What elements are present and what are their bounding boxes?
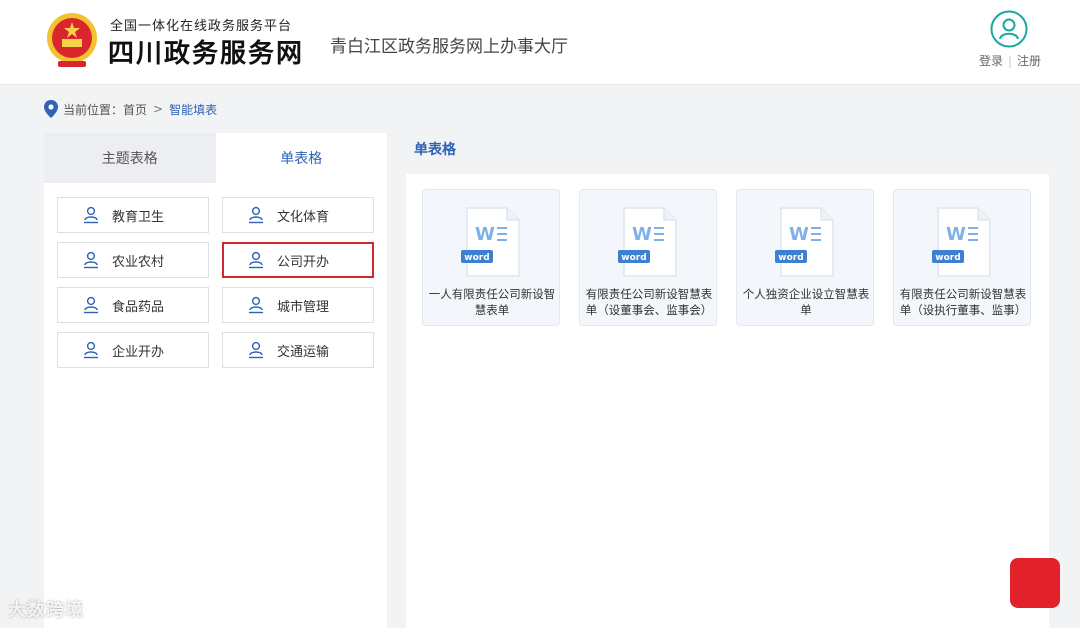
person-icon xyxy=(249,341,263,359)
form-card[interactable]: W word 有限责任公司新设智慧表单（设董事会、监事会） xyxy=(579,189,717,326)
category-enterprise-setup[interactable]: 企业开办 xyxy=(57,332,209,368)
category-transportation[interactable]: 交通运输 xyxy=(222,332,374,368)
form-card[interactable]: W word 一人有限责任公司新设智慧表单 xyxy=(422,189,560,326)
word-badge: word xyxy=(464,253,489,263)
platform-subtitle: 全国一体化在线政务服务平台 xyxy=(110,19,293,34)
word-badge: word xyxy=(778,253,803,263)
register-link[interactable]: 注册 xyxy=(1017,54,1041,68)
user-avatar-icon[interactable] xyxy=(990,10,1028,48)
svg-text:W: W xyxy=(789,224,809,245)
person-icon xyxy=(84,206,98,224)
word-document-icon: W word xyxy=(461,207,520,277)
user-area: 登录 | 注册 xyxy=(970,10,1050,70)
word-badge: word xyxy=(621,253,646,263)
category-label: 食品药品 xyxy=(112,299,165,315)
form-card[interactable]: W word 个人独资企业设立智慧表单 xyxy=(736,189,874,326)
person-icon xyxy=(249,251,263,269)
word-document-icon: W word xyxy=(775,207,834,277)
watermark-text: 大数跨境 xyxy=(8,600,84,621)
word-badge: word xyxy=(935,253,960,263)
form-label: 有限责任公司新设智慧表单（设董事会、监事会） xyxy=(585,287,713,317)
platform-name: 四川政务服务网 xyxy=(108,39,305,69)
form-list-panel: W word 一人有限责任公司新设智慧表单 W word 有限责任公司新设智慧表… xyxy=(406,174,1049,628)
table-type-tabs: 主题表格 单表格 xyxy=(44,133,387,183)
category-culture-sports[interactable]: 文化体育 xyxy=(222,197,374,233)
site-title: 青白江区政务服务网上办事大厅 xyxy=(330,37,568,57)
person-icon xyxy=(84,296,98,314)
word-document-icon: W word xyxy=(932,207,991,277)
breadcrumb-home[interactable]: 首页 xyxy=(123,101,147,118)
person-icon xyxy=(84,341,98,359)
category-label: 交通运输 xyxy=(277,344,330,360)
tab-theme-tables[interactable]: 主题表格 xyxy=(44,133,216,183)
auth-links: 登录 | 注册 xyxy=(970,52,1050,69)
category-label: 城市管理 xyxy=(277,299,330,315)
form-label: 一人有限责任公司新设智慧表单 xyxy=(428,287,556,317)
form-label: 有限责任公司新设智慧表单（设执行董事、监事） xyxy=(899,287,1027,317)
category-label: 农业农村 xyxy=(112,254,165,270)
category-label: 文化体育 xyxy=(277,209,330,225)
svg-text:W: W xyxy=(475,224,495,245)
login-link[interactable]: 登录 xyxy=(979,54,1003,68)
person-icon xyxy=(249,206,263,224)
category-urban-management[interactable]: 城市管理 xyxy=(222,287,374,323)
category-company-setup[interactable]: 公司开办 xyxy=(222,242,374,278)
svg-text:W: W xyxy=(632,224,652,245)
person-icon xyxy=(249,296,263,314)
form-label: 个人独资企业设立智慧表单 xyxy=(742,287,870,317)
form-card[interactable]: W word 有限责任公司新设智慧表单（设执行董事、监事） xyxy=(893,189,1031,326)
breadcrumb-prefix: 当前位置： xyxy=(63,102,124,117)
word-document-icon: W word xyxy=(618,207,677,277)
category-panel: 主题表格 单表格 教育卫生 文化体育 农业农村 公司开办 食品药品 城市管理 企… xyxy=(44,133,387,628)
breadcrumb-current: 智能填表 xyxy=(169,102,218,117)
section-title: 单表格 xyxy=(414,142,456,158)
national-emblem-icon xyxy=(47,13,97,67)
header: 全国一体化在线政务服务平台 四川政务服务网 青白江区政务服务网上办事大厅 登录 |… xyxy=(0,0,1080,85)
breadcrumb: 当前位置： 首页 > 智能填表 xyxy=(44,100,217,118)
watermark-logo-icon xyxy=(1010,558,1060,608)
category-agriculture-rural[interactable]: 农业农村 xyxy=(57,242,209,278)
category-label: 公司开办 xyxy=(277,254,330,270)
category-label: 企业开办 xyxy=(112,344,165,360)
svg-text:W: W xyxy=(946,224,966,245)
breadcrumb-arrow: > xyxy=(153,102,164,116)
category-grid: 教育卫生 文化体育 农业农村 公司开办 食品药品 城市管理 企业开办 交通运输 xyxy=(57,197,374,368)
category-label: 教育卫生 xyxy=(112,209,165,225)
tab-single-tables[interactable]: 单表格 xyxy=(215,133,387,183)
category-education-health[interactable]: 教育卫生 xyxy=(57,197,209,233)
auth-separator: | xyxy=(1007,54,1013,68)
person-icon xyxy=(84,251,98,269)
location-pin-icon xyxy=(44,100,58,118)
category-food-drugs[interactable]: 食品药品 xyxy=(57,287,209,323)
